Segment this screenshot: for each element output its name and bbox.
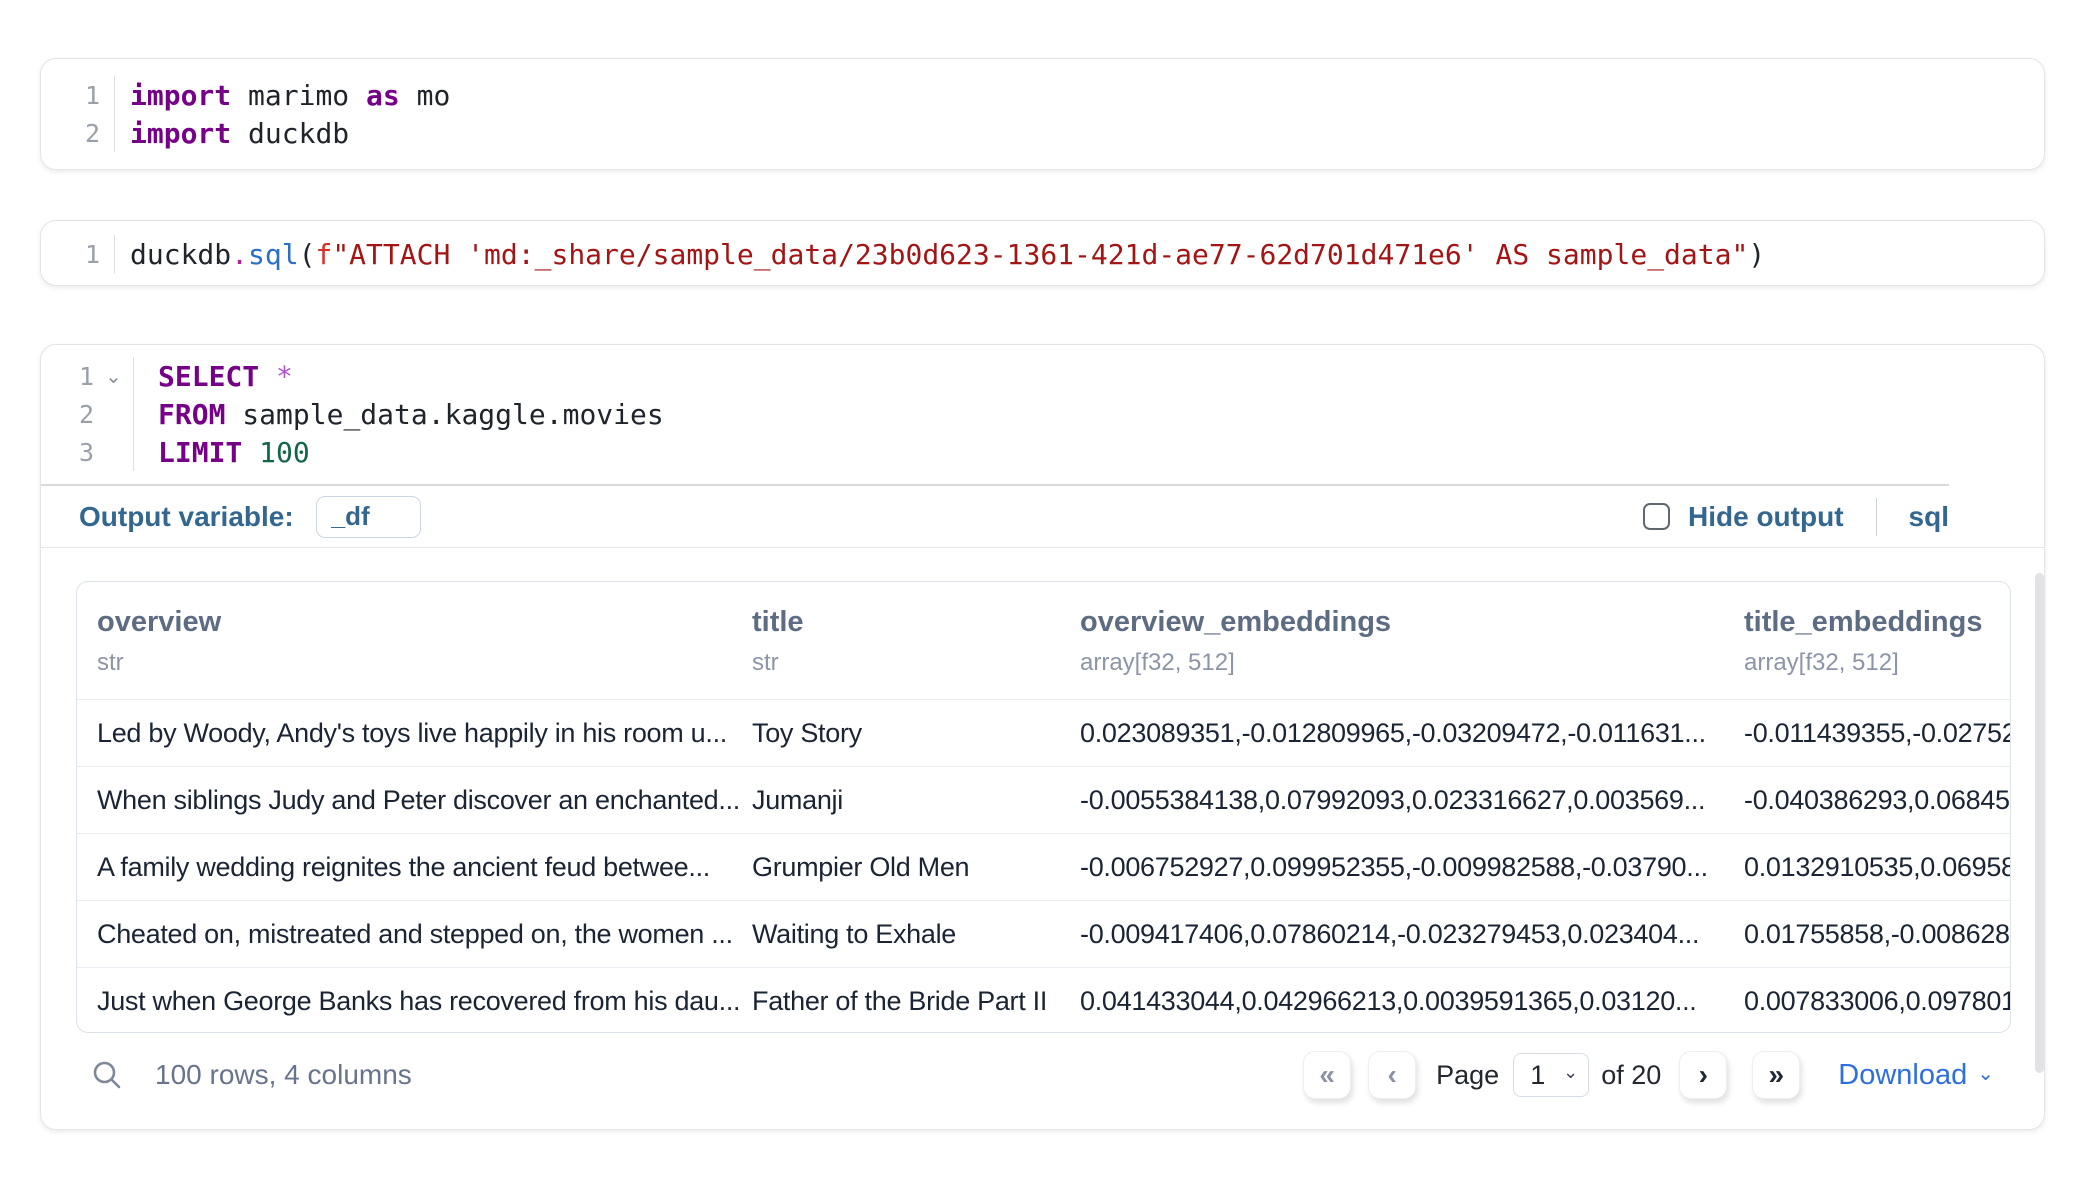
sql-cell[interactable]: 1⌄SELECT *2FROM sample_data.kaggle.movie… — [40, 344, 2045, 1130]
code-text: SELECT * — [134, 360, 293, 393]
last-page-button[interactable]: » — [1752, 1051, 1800, 1099]
line-number: 1 — [41, 235, 115, 273]
chevron-down-icon: ⌄ — [1977, 1061, 1994, 1086]
table-row: Led by Woody, Andy's toys live happily i… — [77, 699, 2010, 766]
code-line: 1⌄SELECT * — [41, 357, 2044, 395]
table-row: When siblings Judy and Peter discover an… — [77, 766, 2010, 833]
table-cell: -0.009417406,0.07860214,-0.023279453,0.0… — [1080, 919, 1744, 950]
editor-footer: Output variable: Hide output sql — [41, 486, 2044, 547]
column-header[interactable]: title str — [752, 606, 1080, 699]
table-cell: -0.040386293,0.068451 — [1744, 785, 2010, 816]
table-cell: Just when George Banks has recovered fro… — [97, 986, 752, 1017]
previous-page-button[interactable]: ‹ — [1368, 1051, 1416, 1099]
fold-chevron-icon[interactable]: ⌄ — [94, 364, 133, 389]
table-cell: 0.041433044,0.042966213,0.0039591365,0.0… — [1080, 986, 1744, 1017]
page-label: Page — [1436, 1060, 1499, 1091]
code-cell-imports[interactable]: 1import marimo as mo2import duckdb — [40, 58, 2045, 170]
column-name[interactable]: title_embeddings — [1744, 606, 2010, 639]
next-page-button[interactable]: › — [1679, 1051, 1727, 1099]
table-cell: 0.01755858,-0.00862866 — [1744, 919, 2010, 950]
line-number: 2 — [41, 395, 134, 433]
table-cell: A family wedding reignites the ancient f… — [97, 852, 752, 883]
download-button[interactable]: Download ⌄ — [1838, 1059, 1994, 1092]
table-cell: -0.011439355,-0.02752 — [1744, 718, 2010, 749]
code-text: import duckdb — [115, 117, 349, 150]
code-editor[interactable]: 1duckdb.sql(f"ATTACH 'md:_share/sample_d… — [41, 235, 2044, 273]
column-name[interactable]: title — [752, 606, 1080, 639]
table-row: Just when George Banks has recovered fro… — [77, 967, 2010, 1033]
column-header[interactable]: overview_embeddings array[f32, 512] — [1080, 606, 1744, 699]
column-header[interactable]: overview str — [97, 606, 752, 699]
code-line: 3LIMIT 100 — [41, 433, 2044, 471]
first-page-button[interactable]: « — [1303, 1051, 1351, 1099]
column-type: str — [752, 649, 1080, 677]
pagination: « ‹ Page 1 ⌄ of 20 › » Download ⌄ — [1303, 1051, 1994, 1099]
vertical-scrollbar[interactable] — [2035, 573, 2044, 1073]
table-status-bar: 100 rows, 4 columns « ‹ Page 1 ⌄ of 20 ›… — [41, 1047, 2044, 1103]
line-number: 1 — [41, 76, 115, 114]
code-text: LIMIT 100 — [134, 436, 310, 469]
table-cell: -0.0055384138,0.07992093,0.023316627,0.0… — [1080, 785, 1744, 816]
line-number: 1⌄ — [41, 357, 134, 395]
vertical-divider — [1876, 498, 1877, 536]
column-type: str — [97, 649, 752, 677]
code-line: 2FROM sample_data.kaggle.movies — [41, 395, 2044, 433]
chevron-down-icon: ⌄ — [1563, 1063, 1578, 1081]
code-line: 1import marimo as mo — [41, 76, 2044, 114]
table-cell: -0.006752927,0.099952355,-0.009982588,-0… — [1080, 852, 1744, 883]
code-line: 1duckdb.sql(f"ATTACH 'md:_share/sample_d… — [41, 235, 2044, 273]
code-line: 2import duckdb — [41, 114, 2044, 152]
output-variable-label: Output variable: — [79, 501, 294, 533]
table-header-row: overview str title str overview_embeddin… — [77, 582, 2010, 699]
dataframe-table: overview str title str overview_embeddin… — [76, 581, 2011, 1033]
column-name[interactable]: overview_embeddings — [1080, 606, 1744, 639]
table-row: A family wedding reignites the ancient f… — [77, 833, 2010, 900]
table-cell: 0.0132910535,0.06958 — [1744, 852, 2010, 883]
page-select-value: 1 — [1530, 1060, 1545, 1091]
table-cell: When siblings Judy and Peter discover an… — [97, 785, 752, 816]
page-select[interactable]: 1 ⌄ — [1513, 1053, 1589, 1097]
column-type: array[f32, 512] — [1744, 649, 2010, 677]
line-number: 2 — [41, 114, 115, 152]
search-icon[interactable] — [91, 1059, 123, 1091]
column-name[interactable]: overview — [97, 606, 752, 639]
output-variable-input[interactable] — [316, 496, 421, 538]
line-number: 3 — [41, 433, 134, 471]
code-text: FROM sample_data.kaggle.movies — [134, 398, 664, 431]
table-cell: Waiting to Exhale — [752, 919, 1080, 950]
output-divider — [41, 547, 2044, 548]
table-cell: Cheated on, mistreated and stepped on, t… — [97, 919, 752, 950]
table-body: Led by Woody, Andy's toys live happily i… — [77, 699, 2010, 1033]
download-label: Download — [1838, 1059, 1967, 1092]
code-text: import marimo as mo — [115, 79, 450, 112]
table-cell: 0.007833006,0.097801 — [1744, 986, 2010, 1017]
row-count-summary: 100 rows, 4 columns — [155, 1059, 412, 1091]
table-cell: Led by Woody, Andy's toys live happily i… — [97, 718, 752, 749]
hide-output-label[interactable]: Hide output — [1688, 501, 1844, 533]
code-cell-attach[interactable]: 1duckdb.sql(f"ATTACH 'md:_share/sample_d… — [40, 220, 2045, 286]
code-editor[interactable]: 1⌄SELECT *2FROM sample_data.kaggle.movie… — [41, 357, 2044, 471]
language-badge[interactable]: sql — [1909, 501, 1949, 533]
code-text: duckdb.sql(f"ATTACH 'md:_share/sample_da… — [115, 238, 1765, 271]
page-total-label: of 20 — [1601, 1060, 1661, 1091]
table-cell: Jumanji — [752, 785, 1080, 816]
table-cell: Father of the Bride Part II — [752, 986, 1080, 1017]
hide-output-checkbox[interactable] — [1643, 503, 1670, 530]
column-header[interactable]: title_embeddings array[f32, 512] — [1744, 606, 2010, 699]
table-cell: 0.023089351,-0.012809965,-0.03209472,-0.… — [1080, 718, 1744, 749]
table-cell: Grumpier Old Men — [752, 852, 1080, 883]
column-type: array[f32, 512] — [1080, 649, 1744, 677]
code-editor[interactable]: 1import marimo as mo2import duckdb — [41, 76, 2044, 152]
table-cell: Toy Story — [752, 718, 1080, 749]
table-row: Cheated on, mistreated and stepped on, t… — [77, 900, 2010, 967]
